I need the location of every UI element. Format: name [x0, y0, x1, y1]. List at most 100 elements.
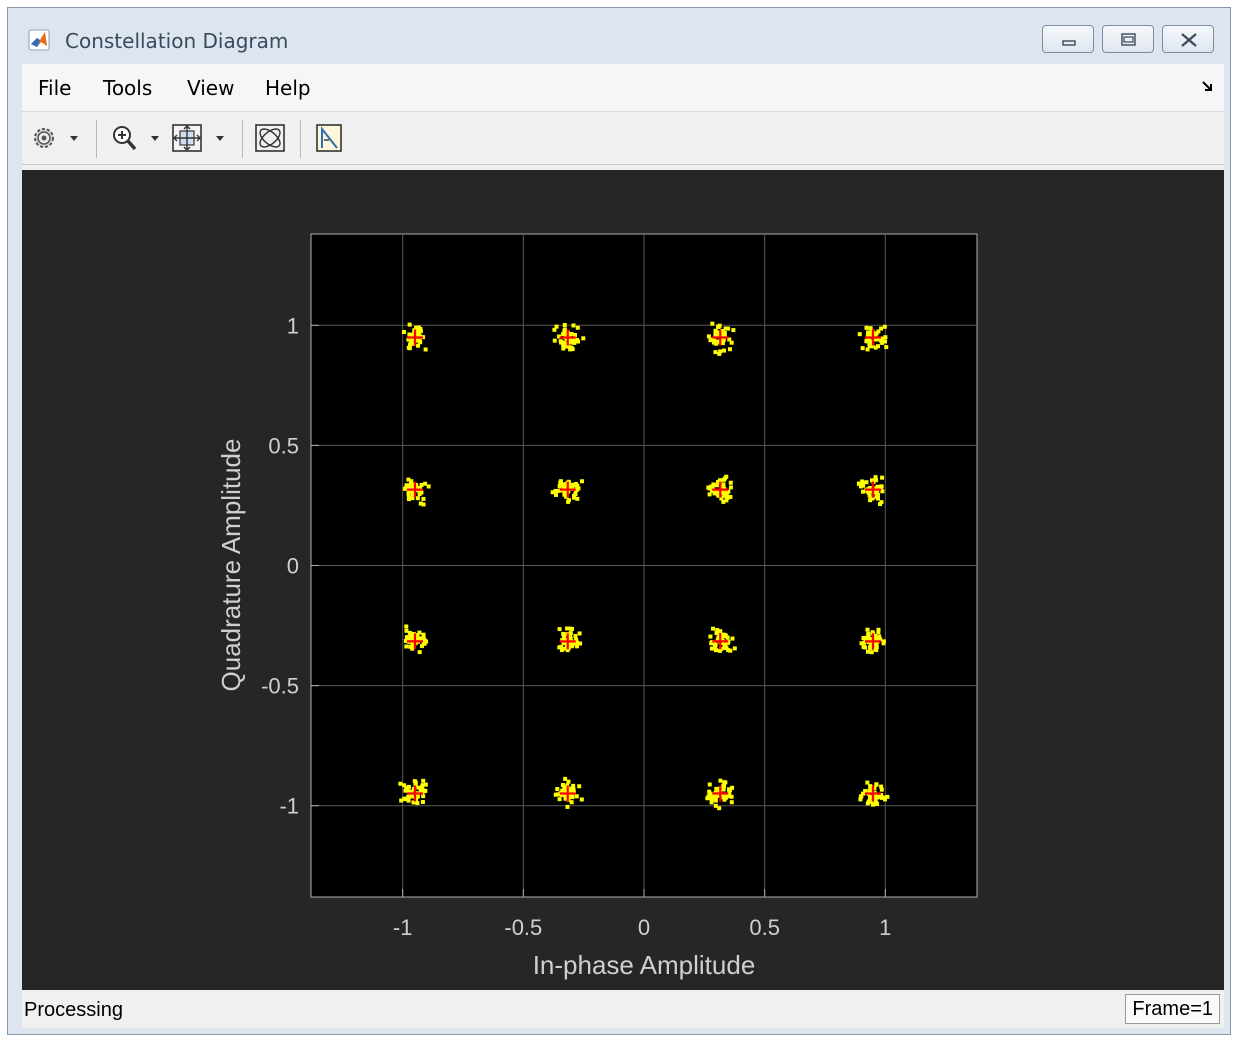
sample-point	[717, 351, 722, 356]
minimize-icon	[1062, 40, 1076, 46]
sample-point	[865, 627, 870, 632]
sample-point	[565, 626, 570, 631]
sample-point	[576, 339, 581, 344]
x-tick-label: -0.5	[504, 915, 542, 940]
sample-point	[573, 491, 578, 496]
matlab-icon	[28, 29, 50, 51]
restore-button[interactable]	[1102, 25, 1154, 53]
sample-point	[859, 794, 864, 799]
sample-point	[721, 348, 726, 353]
sample-point	[399, 798, 404, 803]
dock-arrow-icon[interactable]	[1200, 79, 1216, 95]
toolbar	[22, 112, 1224, 165]
measurements-icon[interactable]	[312, 122, 346, 154]
sample-point	[729, 794, 734, 799]
y-tick-label: 0.5	[268, 433, 299, 458]
y-tick-label: -0.5	[261, 674, 299, 699]
sample-point	[730, 636, 735, 641]
sample-point	[860, 346, 865, 351]
sample-point	[557, 627, 562, 632]
sample-point	[723, 326, 728, 331]
sample-point	[874, 645, 879, 650]
sample-point	[417, 338, 422, 343]
sample-point	[406, 497, 411, 502]
sample-point	[708, 634, 713, 639]
sample-point	[560, 783, 565, 788]
sample-point	[863, 645, 868, 650]
sample-point	[556, 792, 561, 797]
sample-point	[865, 801, 870, 806]
sample-point	[876, 627, 881, 632]
sample-point	[881, 641, 886, 646]
sample-point	[579, 797, 584, 802]
sample-point	[555, 787, 560, 792]
sample-point	[861, 489, 866, 494]
sample-point	[712, 338, 717, 343]
menu-help[interactable]: Help	[265, 76, 311, 100]
dropdown-arrow-icon[interactable]	[214, 122, 226, 154]
sample-point	[581, 336, 586, 341]
sample-point	[419, 785, 424, 790]
sample-point	[417, 630, 422, 635]
sample-point	[562, 327, 567, 332]
sample-point	[732, 646, 737, 651]
sample-point	[865, 649, 870, 654]
y-tick-label: 1	[287, 313, 299, 338]
sample-point	[721, 477, 726, 482]
sample-point	[421, 635, 426, 640]
sample-point	[565, 804, 570, 809]
close-button[interactable]	[1162, 25, 1214, 53]
minimize-button[interactable]	[1042, 25, 1094, 53]
sample-point	[577, 784, 582, 789]
dropdown-arrow-icon[interactable]	[68, 122, 80, 154]
sample-point	[721, 795, 726, 800]
sample-point	[574, 794, 579, 799]
sample-point	[731, 328, 736, 333]
status-text: Processing	[24, 999, 123, 1021]
sample-point	[569, 800, 574, 805]
constellation-plot: -1 -0.5 0 0.5 1 -1 -0.5 0 0.5 1 In-phase Amplitud…	[216, 233, 978, 980]
sample-point	[715, 492, 720, 497]
dropdown-arrow-icon[interactable]	[149, 122, 161, 154]
sample-point	[404, 624, 409, 629]
sample-point	[707, 485, 712, 490]
x-tick-label: 0	[638, 915, 650, 940]
sample-point	[577, 631, 582, 636]
sample-point	[553, 488, 558, 493]
sample-point	[404, 644, 409, 649]
sample-point	[875, 496, 880, 501]
sample-point	[423, 347, 428, 352]
sample-point	[417, 650, 422, 655]
sample-point	[724, 646, 729, 651]
close-icon	[1181, 33, 1197, 47]
sample-point	[729, 800, 734, 805]
menu-tools[interactable]: Tools	[103, 76, 152, 100]
menu-file[interactable]: File	[38, 76, 71, 100]
zoom-in-icon[interactable]	[110, 122, 140, 154]
fit-to-view-icon[interactable]	[170, 122, 204, 154]
sample-point	[879, 787, 884, 792]
sample-point	[575, 325, 580, 330]
sample-point	[561, 646, 566, 651]
sample-point	[398, 781, 403, 786]
sample-point	[558, 479, 563, 484]
title-bar[interactable]: Constellation Diagram	[8, 8, 1230, 66]
sample-point	[572, 495, 577, 500]
sample-point	[571, 340, 576, 345]
sample-point	[713, 803, 718, 808]
sample-point	[401, 330, 406, 335]
gear-icon[interactable]	[30, 122, 58, 154]
sample-point	[419, 490, 424, 495]
sample-point	[867, 795, 872, 800]
menu-view[interactable]: View	[187, 76, 234, 100]
sample-point	[879, 484, 884, 489]
sample-point	[864, 338, 869, 343]
sample-point	[407, 630, 412, 635]
sample-point	[722, 632, 727, 637]
frame-counter: Frame=1	[1125, 994, 1220, 1024]
sample-point	[426, 484, 431, 489]
sample-point	[874, 635, 879, 640]
constellation-window: Constellation Diagram File Tools View He…	[7, 7, 1231, 1035]
sample-point	[884, 345, 889, 350]
reference-constellation-icon[interactable]	[253, 122, 287, 154]
